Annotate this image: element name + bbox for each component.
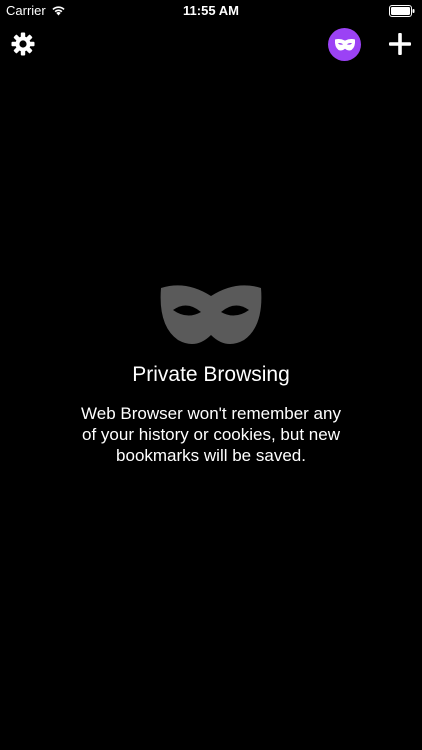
mask-icon — [334, 38, 355, 51]
panel-title: Private Browsing — [132, 363, 290, 386]
private-browsing-panel: Private Browsing Web Browser won't remem… — [0, 282, 422, 466]
add-tab-button[interactable] — [387, 31, 413, 57]
panel-description: Web Browser won't remember any of your h… — [81, 404, 341, 465]
battery-icon — [389, 5, 415, 17]
settings-button[interactable] — [10, 31, 36, 57]
tab-toolbar — [0, 22, 422, 66]
status-time: 11:55 AM — [183, 3, 239, 18]
status-bar: Carrier 11:55 AM — [0, 0, 422, 22]
mask-icon — [158, 282, 264, 348]
plus-icon — [389, 33, 411, 55]
gear-icon — [11, 32, 35, 56]
private-mode-toggle-button[interactable] — [328, 28, 361, 61]
